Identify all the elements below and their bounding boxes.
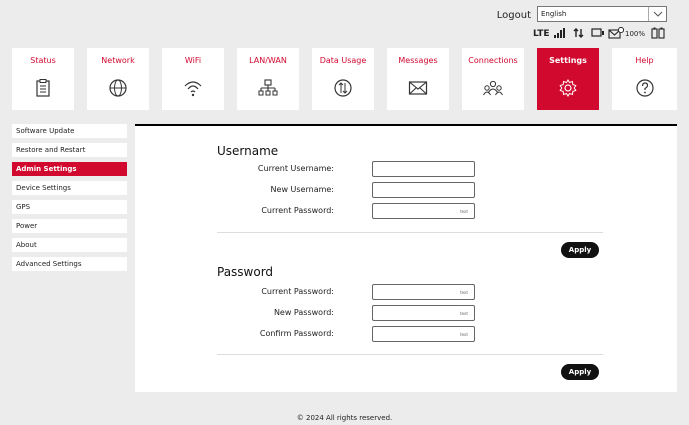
show-password-toggle[interactable]: text — [460, 209, 468, 214]
nav-item-connections[interactable]: Connections — [462, 48, 524, 110]
username-current-password-row: Current Password: text — [135, 203, 677, 219]
confirm-password-row: Confirm Password: text — [135, 326, 677, 342]
nav-label: Network — [101, 56, 135, 65]
question-icon — [635, 78, 655, 98]
username-current-password-label: Current Password: — [261, 206, 334, 215]
data-usage-icon — [333, 78, 353, 98]
envelope-icon — [408, 78, 428, 98]
main-nav: Status Network WiFi LAN/WAN Data Usage M… — [12, 48, 677, 110]
status-bar: Logout English LTE 100% — [481, 6, 681, 46]
language-select-value: English — [541, 10, 567, 18]
current-password-row: Current Password: text — [135, 284, 677, 300]
nav-label: Connections — [468, 56, 518, 65]
logout-link[interactable]: Logout — [481, 10, 531, 21]
current-username-row: Current Username: — [135, 161, 677, 177]
current-username-label: Current Username: — [257, 164, 334, 173]
nav-item-network[interactable]: Network — [87, 48, 149, 110]
username-section-title: Username — [217, 144, 279, 158]
nav-label: WiFi — [184, 56, 202, 65]
gear-icon — [558, 78, 578, 98]
current-password-input[interactable]: text — [372, 284, 475, 300]
battery-percent: 100% — [625, 30, 646, 38]
nav-item-help[interactable]: Help — [612, 48, 677, 110]
new-username-label: New Username: — [270, 185, 334, 194]
nav-item-data-usage[interactable]: Data Usage — [312, 48, 374, 110]
nav-label: Data Usage — [319, 56, 367, 65]
language-select[interactable]: English — [537, 6, 667, 22]
nav-label: Messages — [398, 56, 438, 65]
lan-icon — [258, 78, 278, 98]
battery-icon — [651, 27, 667, 44]
username-current-password-input[interactable]: text — [372, 203, 475, 219]
settings-sidebar: Software Update Restore and Restart Admi… — [12, 124, 127, 276]
nav-label: LAN/WAN — [249, 56, 287, 65]
sidebar-item-device-settings[interactable]: Device Settings — [12, 181, 127, 195]
users-icon — [483, 78, 503, 98]
nav-label: Status — [30, 56, 56, 65]
new-password-input[interactable]: text — [372, 305, 475, 321]
nav-item-messages[interactable]: Messages — [387, 48, 449, 110]
footer-copyright: © 2024 All rights reserved. — [296, 414, 393, 422]
nav-item-lan-wan[interactable]: LAN/WAN — [237, 48, 299, 110]
new-username-row: New Username: — [135, 182, 677, 198]
wifi-icon — [183, 78, 203, 98]
username-apply-button[interactable]: Apply — [561, 242, 599, 258]
sidebar-item-software-update[interactable]: Software Update — [12, 124, 127, 138]
clipboard-icon — [33, 78, 53, 98]
sidebar-item-advanced-settings[interactable]: Advanced Settings — [12, 257, 127, 271]
new-password-row: New Password: text — [135, 305, 677, 321]
nav-item-settings[interactable]: Settings — [537, 48, 599, 110]
show-password-toggle[interactable]: text — [460, 332, 468, 337]
show-password-toggle[interactable]: text — [460, 290, 468, 295]
network-type-label: LTE — [533, 29, 550, 39]
show-password-toggle[interactable]: text — [460, 311, 468, 316]
divider — [217, 232, 603, 233]
message-envelope-icon — [608, 26, 625, 44]
status-icons: LTE 100% — [481, 26, 681, 44]
new-username-input[interactable] — [372, 182, 475, 198]
globe-icon — [108, 78, 128, 98]
nav-label: Help — [635, 56, 654, 65]
password-section-title: Password — [217, 265, 274, 279]
current-username-input[interactable] — [372, 161, 475, 177]
sidebar-item-power[interactable]: Power — [12, 219, 127, 233]
signal-icon — [553, 27, 565, 44]
nav-item-wifi[interactable]: WiFi — [162, 48, 224, 110]
sidebar-item-about[interactable]: About — [12, 238, 127, 252]
password-apply-button[interactable]: Apply — [561, 364, 599, 380]
data-transfer-icon — [573, 27, 585, 44]
current-password-label: Current Password: — [261, 287, 334, 296]
confirm-password-label: Confirm Password: — [259, 329, 334, 338]
nav-label: Settings — [549, 56, 587, 65]
sidebar-item-gps[interactable]: GPS — [12, 200, 127, 214]
divider — [217, 354, 603, 355]
admin-settings-panel: Username Current Username: New Username:… — [135, 124, 677, 392]
chevron-down-icon — [648, 7, 666, 21]
nav-item-status[interactable]: Status — [12, 48, 74, 110]
sidebar-item-admin-settings[interactable]: Admin Settings — [12, 162, 127, 176]
confirm-password-input[interactable]: text — [372, 326, 475, 342]
device-icon — [591, 27, 605, 44]
sidebar-item-restore-restart[interactable]: Restore and Restart — [12, 143, 127, 157]
new-password-label: New Password: — [273, 308, 334, 317]
